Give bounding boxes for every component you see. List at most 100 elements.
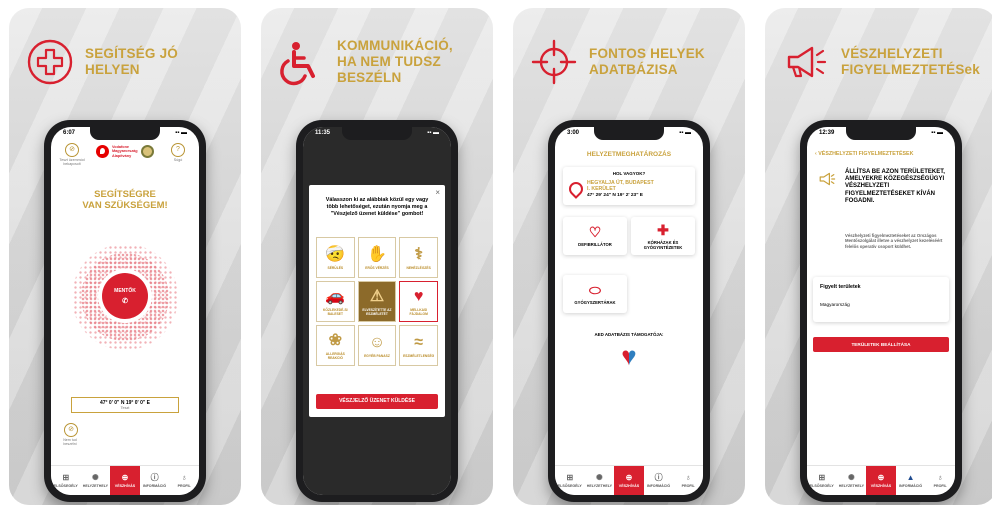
tab-emergency-call[interactable]: ⊕ VÉSZHÍVÁS xyxy=(866,466,896,495)
brand-logo: Vodafone Magyarország Alapítvány xyxy=(96,145,154,158)
first-aid-cross-icon xyxy=(27,39,73,85)
ambulance-seal-icon xyxy=(141,145,154,158)
test-mode-label: Teszt üzemmód bekapcsolt xyxy=(59,158,85,166)
tab-label: VÉSZHÍVÁS xyxy=(618,483,640,488)
lungs-icon: ⚕ xyxy=(414,245,423,263)
screen-header: HELYZETMEGHATÁROZÁS xyxy=(586,151,672,158)
tab-label: INFORMÁCIÓ xyxy=(142,483,167,488)
tab-info[interactable]: ⓘ INFORMÁCIÓ xyxy=(644,466,674,495)
option-label: EGYÉB PANASZ xyxy=(364,353,390,358)
panel-header: FONTOS HELYEK ADATBÁZISA xyxy=(529,22,739,102)
panel-places: FONTOS HELYEK ADATBÁZISA 3:00 ▪▪ ▬ HELYZE… xyxy=(513,8,745,505)
alerts-description: Vészhelyzeti figyelmeztetéseket az Orszá… xyxy=(845,233,943,249)
help-button[interactable]: ? Súgó xyxy=(165,143,191,162)
help-icon: ? xyxy=(171,143,185,157)
test-mode-toggle[interactable]: ⊘ Teszt üzemmód bekapcsolt xyxy=(59,143,85,166)
tab-profile[interactable]: ♁ PROFIL xyxy=(925,466,955,495)
defibrillator-icon: ♡ xyxy=(588,224,602,240)
tab-profile[interactable]: ♁ PROFIL xyxy=(169,466,199,495)
panel-header: VÉSZHELYZETI FIGYELMEZTETÉSek xyxy=(781,22,991,102)
tab-emergency-call[interactable]: ⊕ VÉSZHÍVÁS xyxy=(614,466,644,495)
tab-first-aid[interactable]: ⊞ ELSŐSEGÉLY xyxy=(51,466,81,495)
emergency-cross-icon: ⊕ xyxy=(625,472,633,482)
option-label: ELVESZÍTETTE AZ ESZMÉLETÉT xyxy=(362,307,392,316)
battery-icon: ▪▪ ▬ xyxy=(931,130,943,136)
need-line-1: SEGÍTSÉGRE xyxy=(94,189,156,200)
option-injury[interactable]: 🤕 SÉRÜLÉS xyxy=(316,237,355,278)
chest-pain-icon: ♥ xyxy=(413,287,424,305)
panel-alerts: VÉSZHELYZETI FIGYELMEZTETÉSek 12:39 ▪▪ ▬ … xyxy=(765,8,992,505)
tab-info[interactable]: ⓘ INFORMÁCIÓ xyxy=(140,466,170,495)
set-areas-button[interactable]: TERÜLETEK BEÁLLÍTÁSA xyxy=(813,337,949,352)
person-icon: ☺ xyxy=(368,333,386,351)
tab-label: HELYZETHELY xyxy=(838,483,865,488)
option-allergy[interactable]: ❀ ALLERGIÁS REAKCIÓ xyxy=(316,325,355,366)
tab-location[interactable]: ✺ HELYZETHELY xyxy=(585,466,615,495)
battery-icon: ▪▪ ▬ xyxy=(427,130,439,136)
help-label: Súgó xyxy=(173,158,183,162)
send-alert-button[interactable]: VÉSZJELZŐ ÜZENET KÜLDÉSE xyxy=(316,394,438,409)
alerts-title: ÁLLÍTSA BE AZON TERÜLETEKET, AMELYEKRE K… xyxy=(845,169,945,204)
watched-areas-card: Figyelt területek Magyarország xyxy=(813,277,949,322)
option-breathing[interactable]: ⚕ NEHÉZLÉGZÉS xyxy=(399,237,438,278)
bleeding-icon: ✋ xyxy=(367,245,387,263)
cannot-speak-button[interactable]: ⊘ Nem tud beszélni xyxy=(57,423,85,446)
hospitals-tile[interactable]: ✚ KÓRHÁZAK ÉS GYÓGYINTÉZETEK xyxy=(631,217,695,255)
warning-icon: ▲ xyxy=(906,472,915,482)
tab-label: INFORMÁCIÓ xyxy=(646,483,671,488)
status-time: 12:39 xyxy=(819,130,835,136)
option-label: ERŐS VÉRZÉS xyxy=(365,265,389,270)
phone-notch xyxy=(594,127,664,140)
megaphone-icon xyxy=(819,172,836,186)
fainted-person-icon: ⚠ xyxy=(369,287,385,305)
where-am-i-label: HOL VAGYOK? xyxy=(612,171,646,176)
hospital-cross-icon: ✚ xyxy=(657,221,669,238)
tile-label: DEFIBRILLÁTOR xyxy=(578,242,612,247)
info-icon: ⓘ xyxy=(654,472,663,482)
option-traffic-accident[interactable]: 🚗 KÖZLEKEDÉ-SI BALESET xyxy=(316,281,355,322)
tab-bar: ⊞ ELSŐSEGÉLY ✺ HELYZETHELY ⊕ VÉSZHÍVÁS ⓘ INF… xyxy=(555,465,703,495)
tab-info[interactable]: ▲ INFORMÁCIÓ xyxy=(896,466,926,495)
need-help-title: SEGÍTSÉGRE VAN SZÜKSÉGEM! xyxy=(51,189,199,211)
coordinates-text: 47° 29' 24" N 19° 2' 23" E xyxy=(587,193,644,198)
back-button[interactable]: ‹ VÉSZHELYZETI FIGYELMEZTETÉSEK xyxy=(815,151,913,157)
call-ambulance-button[interactable]: MENTŐK ✆ xyxy=(102,273,148,319)
tile-label: GYÓGYSZERTÁRAK xyxy=(574,300,616,305)
tab-location[interactable]: ✺ HELYZETHELY xyxy=(81,466,111,495)
phone-icon: ✆ xyxy=(122,298,128,305)
address-text: HEGYALJA ÚT, BUDAPEST I. KERÜLET xyxy=(587,180,654,192)
call-ambulance-label: MENTŐK xyxy=(114,288,136,294)
tab-label: ELSŐSEGÉLY xyxy=(557,483,582,488)
panel-header: SEGÍTSÉG JÓ HELYEN xyxy=(25,22,235,102)
tab-label: HELYZETHELY xyxy=(82,483,109,488)
tab-profile[interactable]: ♁ PROFIL xyxy=(673,466,703,495)
phone-mockup: 11:35 ▪▪ ▬ × Válasszon ki az alábbiak köz… xyxy=(296,120,458,502)
option-unconscious[interactable]: ≈ ESZMÉLETLENSÉG xyxy=(399,325,438,366)
tab-first-aid[interactable]: ⊞ ELSŐSEGÉLY xyxy=(555,466,585,495)
option-chest-pain[interactable]: ♥ MELLKASI FÁJDALOM xyxy=(399,281,438,322)
option-fainted[interactable]: ⚠ ELVESZÍTETTE AZ ESZMÉLETÉT xyxy=(357,281,397,322)
pharmacies-tile[interactable]: ⬭ GYÓGYSZERTÁRAK xyxy=(563,275,627,313)
profile-icon: ♁ xyxy=(181,472,188,482)
option-label: KÖZLEKEDÉ-SI BALESET xyxy=(323,307,348,316)
option-bleeding[interactable]: ✋ ERŐS VÉRZÉS xyxy=(357,237,397,278)
profile-icon: ♁ xyxy=(685,472,692,482)
profile-icon: ♁ xyxy=(937,472,944,482)
tab-label: PROFIL xyxy=(933,483,947,488)
close-icon[interactable]: × xyxy=(435,188,440,197)
tab-bar: ⊞ ELSŐSEGÉLY ✺ HELYZETHELY ⊕ VÉSZHÍVÁS ⓘ INF… xyxy=(51,465,199,495)
defibrillator-tile[interactable]: ♡ DEFIBRILLÁTOR xyxy=(563,217,627,255)
megaphone-icon xyxy=(787,46,827,78)
tab-location[interactable]: ✺ HELYZETHELY xyxy=(837,466,867,495)
phone-mockup: 6:07 ▪▪ ▬ ⊘ Teszt üzemmód bekapcsolt Voda… xyxy=(44,120,206,502)
tab-first-aid[interactable]: ⊞ ELSŐSEGÉLY xyxy=(807,466,837,495)
brand-name: Vodafone Magyarország Alapítvány xyxy=(112,145,138,158)
status-time: 3:00 xyxy=(567,130,580,136)
phone-mockup: 12:39 ▪▪ ▬ ‹ VÉSZHELYZETI FIGYELMEZTETÉSE… xyxy=(800,120,962,502)
tab-label: ELSŐSEGÉLY xyxy=(809,483,834,488)
need-line-2: VAN SZÜKSÉGEM! xyxy=(82,200,168,211)
tab-emergency-call[interactable]: ⊕ VÉSZHÍVÁS xyxy=(110,466,140,495)
option-other[interactable]: ☺ EGYÉB PANASZ xyxy=(357,325,397,366)
tab-label: ELSŐSEGÉLY xyxy=(53,483,78,488)
location-pin-icon xyxy=(566,179,586,199)
